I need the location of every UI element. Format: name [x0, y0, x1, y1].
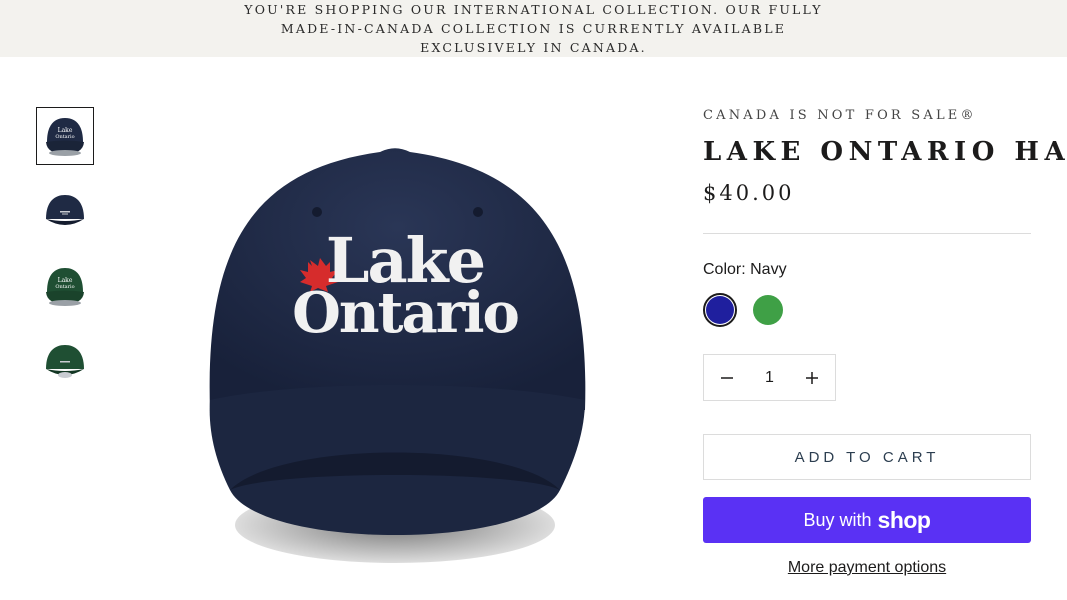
thumbnail-navy-front[interactable]: Lake Ontario — [36, 107, 94, 165]
product-title: Lake Ontario Hat — [703, 137, 1067, 167]
svg-text:Ontario: Ontario — [55, 284, 74, 290]
swatch-navy[interactable] — [703, 293, 737, 327]
quantity-stepper: 1 — [703, 354, 836, 401]
thumbnail-list: Lake Ontario Lake Ontario — [36, 107, 96, 407]
shop-pay-logo: shop — [877, 506, 931, 533]
hat-thumbnail-icon: Lake Ontario — [46, 118, 84, 156]
hat-thumbnail-icon: Lake Ontario — [46, 268, 84, 306]
swatch-navy-dot — [706, 296, 734, 324]
thumbnail-green-back[interactable] — [36, 332, 94, 390]
quantity-value[interactable]: 1 — [765, 369, 774, 387]
thumbnail-navy-back[interactable] — [36, 182, 94, 240]
announcement-text: You're shopping our international collec… — [244, 2, 823, 55]
product-vendor[interactable]: Canada is not for sale® — [703, 108, 1031, 123]
hat-thumbnail-icon — [46, 345, 84, 378]
hat-product-icon: Lake Ontario — [209, 148, 586, 563]
thumbnail-green-front[interactable]: Lake Ontario — [36, 257, 94, 315]
minus-icon — [721, 376, 733, 379]
svg-text:Lake: Lake — [58, 277, 73, 284]
swatch-green[interactable] — [751, 293, 785, 327]
plus-icon — [806, 371, 818, 384]
more-payment-options-link[interactable]: More payment options — [703, 559, 1031, 577]
product-info: Canada is not for sale® Lake Ontario Hat… — [703, 108, 1067, 577]
buy-with-shop-pay-button[interactable]: Buy with shop — [703, 497, 1031, 543]
quantity-decrease-button[interactable] — [714, 365, 740, 391]
divider — [703, 233, 1031, 234]
color-swatches — [703, 293, 1031, 327]
add-to-cart-button[interactable]: Add to cart — [703, 434, 1031, 480]
hat-line2-text: Ontario — [292, 280, 518, 346]
color-label: Color: Navy — [703, 261, 787, 278]
buy-with-label: Buy with — [803, 509, 872, 530]
product-price: $40.00 — [703, 181, 795, 205]
product-main-image[interactable]: Lake Ontario — [190, 130, 600, 580]
announcement-bar: You're shopping our international collec… — [0, 0, 1067, 57]
svg-text:Ontario: Ontario — [55, 134, 74, 140]
svg-text:Lake: Lake — [58, 127, 73, 134]
quantity-increase-button[interactable] — [799, 365, 825, 391]
swatch-green-dot — [753, 295, 783, 325]
hat-thumbnail-icon — [46, 195, 84, 225]
